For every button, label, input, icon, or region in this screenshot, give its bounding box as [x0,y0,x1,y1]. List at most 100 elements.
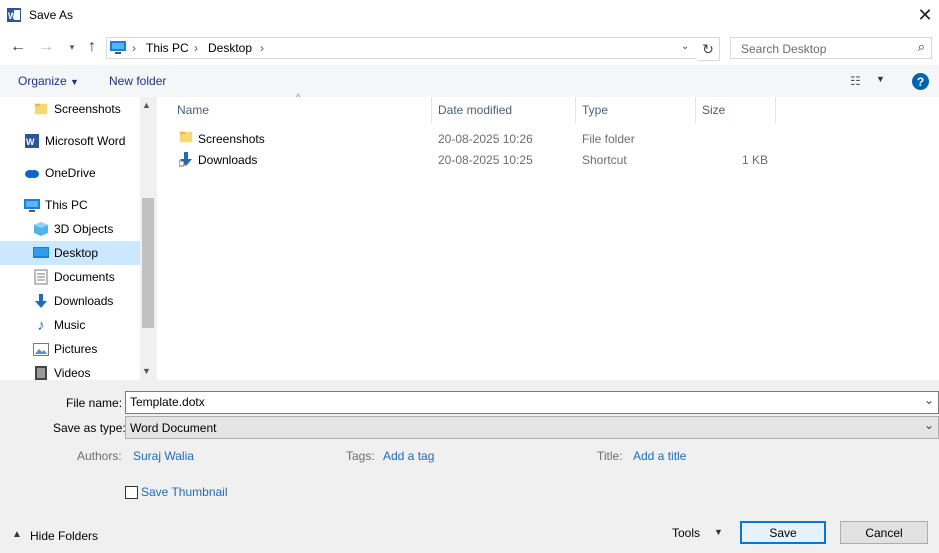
title-label: Title: [597,449,623,463]
file-date: 20-08-2025 10:25 [438,153,533,167]
column-header-size[interactable]: Size [702,103,725,117]
sidebar-item-label: 3D Objects [54,222,114,236]
search-icon[interactable]: ⌕ [918,39,925,55]
save-thumbnail-checkbox[interactable] [125,486,138,499]
word-icon: W [24,133,40,149]
sidebar-item-pictures[interactable]: Pictures [0,337,140,361]
view-dropdown-icon[interactable]: ▼ [876,74,885,84]
folder-icon [33,101,49,117]
folder-icon [179,130,193,147]
file-name-input[interactable] [130,395,910,409]
refresh-icon[interactable]: ↻ [697,37,720,61]
sidebar-item-label: OneDrive [45,166,96,180]
table-row[interactable]: Screenshots 20-08-2025 10:26 File folder [170,128,776,148]
tags-label: Tags: [346,449,375,463]
authors-label: Authors: [77,449,122,463]
file-name: Screenshots [198,132,265,146]
scroll-up-icon[interactable]: ▲ [142,100,151,110]
title-bar [0,0,939,31]
svg-text:W: W [8,11,17,21]
authors-field[interactable]: Suraj Walia [133,449,194,463]
pc-icon [110,40,126,57]
scrollbar-thumb[interactable] [142,198,154,328]
sidebar-item-label: Pictures [54,342,98,356]
search-box[interactable]: ⌕ [730,37,932,59]
picture-icon [33,341,49,357]
file-name: Downloads [198,153,258,167]
file-type: Shortcut [582,153,627,167]
column-header-name[interactable]: Name [177,103,209,117]
back-arrow-icon[interactable]: ← [9,37,27,57]
sidebar-item-this-pc[interactable]: This PC [0,193,140,217]
sidebar-item-label: Documents [54,270,115,284]
shortcut-download-icon [178,151,193,170]
save-thumbnail-label[interactable]: Save Thumbnail [141,485,228,499]
video-icon [33,365,49,381]
sidebar-item-microsoft-word[interactable]: W Microsoft Word [0,129,140,153]
save-button[interactable]: Save [740,521,826,544]
hide-folders-button[interactable]: Hide Folders [30,529,98,543]
cancel-button[interactable]: Cancel [840,521,928,544]
save-type-value: Word Document [130,421,217,435]
chevron-down-icon: ⌄ [923,418,934,432]
file-name-field[interactable]: ⌄ [125,391,939,414]
word-icon: W [6,7,22,23]
tags-field[interactable]: Add a tag [383,449,434,463]
sidebar-item-onedrive[interactable]: OneDrive [0,161,140,185]
forward-arrow-icon[interactable]: → [37,37,55,57]
onedrive-icon [24,165,40,181]
sidebar-item-label: Downloads [54,294,114,308]
sidebar-item-desktop[interactable]: Desktop [0,241,140,265]
up-arrow-icon[interactable]: ↑ [83,37,101,57]
save-type-select[interactable]: Word Document ⌄ [125,416,939,439]
chevron-up-icon[interactable]: ▲ [12,529,22,540]
cube-icon [33,221,49,237]
download-icon [33,293,49,309]
sidebar-item-label: Microsoft Word [45,134,126,148]
pc-icon [24,197,40,213]
address-bar[interactable]: › This PC › Desktop › ⌄ [106,37,698,59]
tools-button[interactable]: Tools [672,526,700,540]
chevron-down-icon[interactable]: ⌄ [924,393,934,407]
sidebar-item-label: Screenshots [54,102,121,116]
sidebar-item-music[interactable]: ♪ Music [0,313,140,337]
recent-locations-chevron-icon[interactable]: ▾ [63,37,81,57]
organize-label: Organize [18,74,67,88]
column-header-type[interactable]: Type [582,103,608,117]
organize-button[interactable]: Organize ▼ [18,74,79,88]
column-divider[interactable] [775,97,776,123]
view-options-icon[interactable]: ☷ [850,74,861,88]
tools-dropdown-icon[interactable]: ▼ [714,527,723,537]
sidebar-item-downloads[interactable]: Downloads [0,289,140,313]
sidebar-item-documents[interactable]: Documents [0,265,140,289]
sidebar-item-label: Desktop [54,246,99,260]
scroll-down-icon[interactable]: ▼ [142,366,151,376]
column-divider[interactable] [431,97,432,123]
chevron-down-icon: ▼ [70,77,79,87]
column-divider[interactable] [695,97,696,123]
sidebar-item-screenshots[interactable]: Screenshots [0,97,140,121]
file-name-label: File name: [66,396,123,410]
breadcrumb-separator-icon: › [260,41,264,55]
help-icon[interactable]: ? [912,73,929,90]
sidebar-item-3d-objects[interactable]: 3D Objects [0,217,140,241]
search-input[interactable] [739,41,908,57]
file-date: 20-08-2025 10:26 [438,132,533,146]
column-header-date[interactable]: Date modified [438,103,512,117]
document-icon [33,269,49,285]
new-folder-button[interactable]: New folder [109,74,166,88]
breadcrumb-separator-icon: › [194,41,198,55]
window-title: Save As [29,8,74,22]
svg-text:W: W [26,137,35,147]
sidebar-item-label: Videos [54,366,91,380]
column-divider[interactable] [575,97,576,123]
table-row[interactable]: Downloads 20-08-2025 10:25 Shortcut 1 KB [170,149,776,169]
file-size: 1 KB [741,153,768,167]
title-field[interactable]: Add a title [633,449,686,463]
address-dropdown-icon[interactable]: ⌄ [681,41,689,52]
file-type: File folder [582,132,635,146]
breadcrumb-this-pc[interactable]: This PC [146,41,189,55]
breadcrumb-desktop[interactable]: Desktop [208,41,252,55]
close-icon[interactable]: ✕ [911,1,939,29]
desktop-icon [33,245,49,261]
